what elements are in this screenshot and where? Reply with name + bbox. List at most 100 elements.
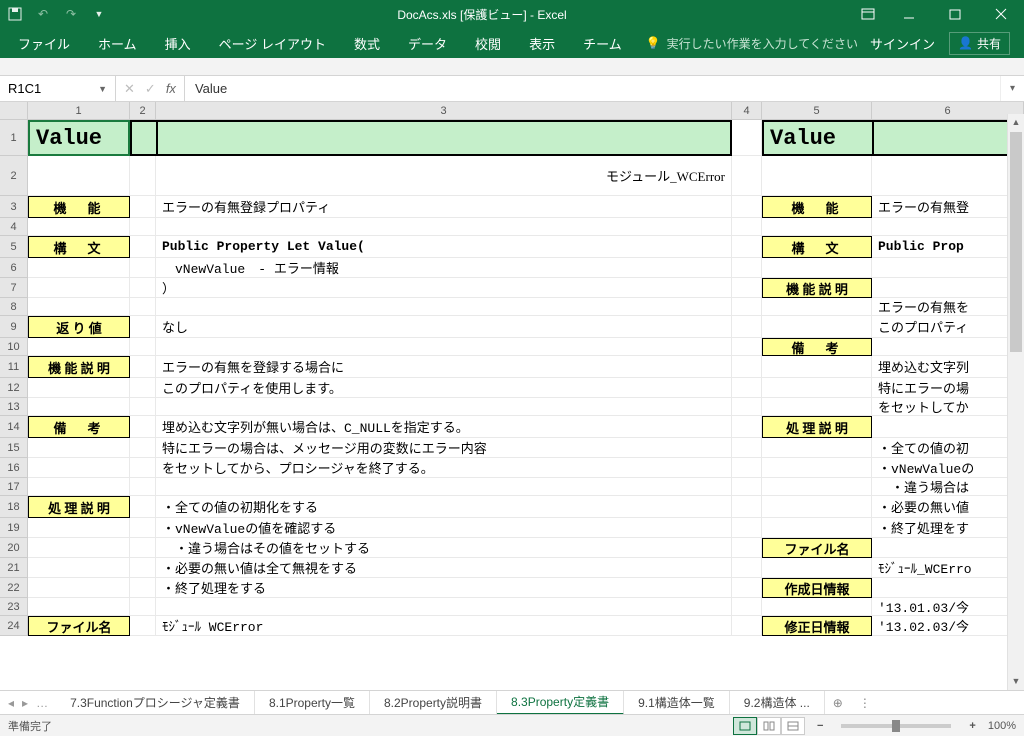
cell[interactable] — [28, 438, 130, 458]
cell[interactable] — [28, 218, 130, 236]
cell[interactable] — [762, 496, 872, 518]
label-filename-left[interactable]: ファイル名 — [28, 616, 130, 636]
cell[interactable] — [130, 518, 156, 538]
row-header[interactable]: 13 — [0, 398, 28, 416]
tab-nav-more-icon[interactable]: … — [34, 696, 50, 710]
cell[interactable]: '13.02.03/今 — [872, 616, 1024, 636]
cell[interactable]: ・全ての値の初期化をする — [156, 496, 732, 518]
normal-view-button[interactable] — [733, 717, 757, 735]
tab-formulas[interactable]: 数式 — [340, 28, 394, 58]
fx-icon[interactable]: fx — [166, 81, 176, 96]
signin-link[interactable]: サインイン — [870, 34, 935, 53]
select-all-corner[interactable] — [0, 102, 28, 119]
cell[interactable] — [130, 316, 156, 338]
cell[interactable] — [762, 438, 872, 458]
cell[interactable] — [28, 258, 130, 278]
row-header[interactable]: 18 — [0, 496, 28, 518]
cell[interactable]: ・必要の無い値は全て無視をする — [156, 558, 732, 578]
cell[interactable] — [130, 458, 156, 478]
label-shorisetsumei-right[interactable]: 処 理 説 明 — [762, 416, 872, 438]
zoom-in-button[interactable]: + — [965, 720, 979, 732]
row-header[interactable]: 2 — [0, 156, 28, 196]
row-header[interactable]: 17 — [0, 478, 28, 496]
cell[interactable] — [732, 598, 762, 616]
scroll-down-icon[interactable]: ▼ — [1008, 673, 1024, 690]
cell[interactable] — [732, 478, 762, 496]
cell[interactable] — [762, 298, 872, 316]
cell[interactable] — [130, 478, 156, 496]
tab-home[interactable]: ホーム — [84, 28, 151, 58]
cell[interactable] — [732, 278, 762, 298]
spreadsheet-grid[interactable]: 1 Value Value 2 モジュール_WCError 3 機 能 エラーの… — [0, 120, 1024, 636]
row-header[interactable]: 20 — [0, 538, 28, 558]
label-kinou-right[interactable]: 機 能 — [762, 196, 872, 218]
cell[interactable]: ） — [156, 278, 732, 298]
cell[interactable] — [732, 236, 762, 258]
cell[interactable] — [28, 558, 130, 578]
cell[interactable] — [156, 218, 732, 236]
cell[interactable] — [130, 538, 156, 558]
tab-view[interactable]: 表示 — [515, 28, 569, 58]
tab-data[interactable]: データ — [394, 28, 461, 58]
cell[interactable]: ・必要の無い値 — [872, 496, 1024, 518]
minimize-button[interactable] — [886, 0, 932, 28]
cell[interactable] — [130, 378, 156, 398]
cell[interactable] — [130, 558, 156, 578]
cell[interactable] — [732, 616, 762, 636]
label-bikou-left[interactable]: 備 考 — [28, 416, 130, 438]
cell[interactable] — [872, 120, 1024, 156]
cell[interactable] — [762, 356, 872, 378]
cell[interactable]: vNewValue - エラー情報 — [156, 258, 732, 278]
name-box[interactable]: R1C1 ▼ — [0, 76, 116, 101]
cell[interactable] — [28, 398, 130, 416]
row-header[interactable]: 7 — [0, 278, 28, 298]
cell[interactable] — [130, 338, 156, 356]
cell[interactable]: 埋め込む文字列が無い場合は、C_NULLを指定する。 — [156, 416, 732, 438]
cell[interactable] — [130, 616, 156, 636]
tab-review[interactable]: 校閲 — [461, 28, 515, 58]
cell[interactable]: ・違う場合は — [872, 478, 1024, 496]
sheet-tab-active[interactable]: 8.3Property定義書 — [497, 691, 624, 715]
page-break-view-button[interactable] — [781, 717, 805, 735]
cell[interactable] — [732, 458, 762, 478]
cell[interactable] — [28, 478, 130, 496]
row-header[interactable]: 24 — [0, 616, 28, 636]
close-button[interactable] — [978, 0, 1024, 28]
label-sakuseibi-right[interactable]: 作成日情報 — [762, 578, 872, 598]
cell[interactable]: このプロパティを使用します。 — [156, 378, 732, 398]
add-sheet-button[interactable]: ⊕ — [825, 696, 851, 710]
col-header-6[interactable]: 6 — [872, 102, 1024, 119]
sheet-tab-overflow-icon[interactable]: ⋮ — [851, 696, 879, 710]
cell[interactable] — [130, 598, 156, 616]
cell[interactable]: ・vNewValueの値を確認する — [156, 518, 732, 538]
cell[interactable] — [872, 218, 1024, 236]
cell[interactable]: なし — [156, 316, 732, 338]
label-kaerichi-left[interactable]: 返 り 値 — [28, 316, 130, 338]
cell[interactable] — [872, 156, 1024, 196]
cell[interactable] — [732, 156, 762, 196]
cell[interactable]: をセットしてから、プロシージャを終了する。 — [156, 458, 732, 478]
cell[interactable]: エラーの有無登録プロパティ — [156, 196, 732, 218]
cell-right-value-header[interactable]: Value — [762, 120, 872, 156]
cell[interactable]: ﾓｼﾞｭｰﾙ WCError — [156, 616, 732, 636]
cell[interactable] — [762, 558, 872, 578]
cell[interactable] — [732, 218, 762, 236]
tab-insert[interactable]: 挿入 — [151, 28, 205, 58]
cell[interactable]: 特にエラーの場合は、メッセージ用の変数にエラー内容 — [156, 438, 732, 458]
cell[interactable] — [28, 156, 130, 196]
cell[interactable]: 特にエラーの場 — [872, 378, 1024, 398]
formula-input[interactable]: Value — [185, 76, 1000, 101]
zoom-level[interactable]: 100% — [988, 720, 1016, 732]
tell-me-search[interactable]: 💡 実行したい作業を入力してください — [636, 35, 868, 52]
cell[interactable] — [872, 538, 1024, 558]
cell[interactable] — [732, 258, 762, 278]
row-header[interactable]: 11 — [0, 356, 28, 378]
cell[interactable] — [732, 338, 762, 356]
cell[interactable] — [130, 156, 156, 196]
cell[interactable]: ・終了処理をす — [872, 518, 1024, 538]
cell[interactable]: エラーの有無登 — [872, 196, 1024, 218]
tab-nav-buttons[interactable]: ◂ ▸ … — [0, 696, 56, 710]
undo-icon[interactable]: ↶ — [34, 5, 52, 23]
cell[interactable] — [130, 496, 156, 518]
cell[interactable]: 埋め込む文字列 — [872, 356, 1024, 378]
